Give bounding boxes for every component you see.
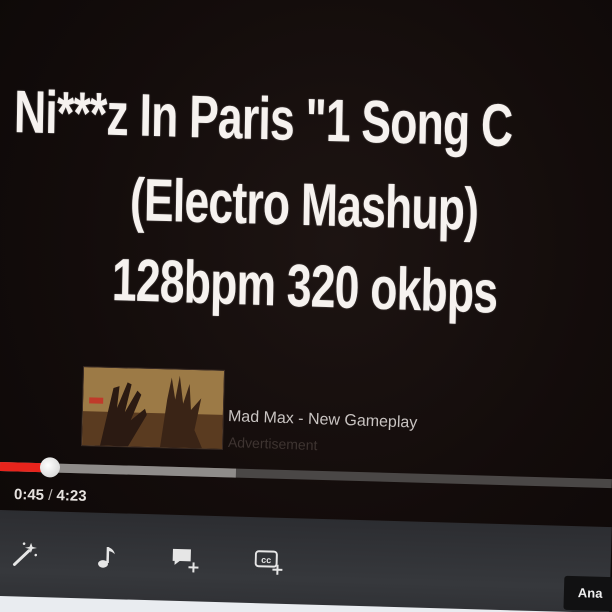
wand-icon[interactable]: [10, 540, 39, 569]
duration: 4:23: [56, 487, 87, 505]
video-title-line-2: (Electro Mashup): [129, 166, 479, 243]
ad-label: Advertisement: [227, 434, 318, 454]
scrubber-handle[interactable]: [39, 457, 61, 478]
time-separator: /: [47, 486, 53, 505]
video-title-line-1: Ni***z In Paris "1 Song C: [13, 78, 513, 160]
video-title-line-3: 128bpm 320 okbps: [111, 246, 498, 326]
svg-text:cc: cc: [261, 555, 271, 565]
annotations-button[interactable]: Ana: [563, 575, 612, 612]
ad-thumbnail[interactable]: [80, 366, 226, 450]
time-display: 0:45 / 4:23: [14, 486, 87, 505]
player-control-bar: cc Ana: [0, 510, 612, 612]
progress-bar[interactable]: [0, 456, 612, 489]
current-time: 0:45: [13, 486, 45, 504]
add-annotation-icon[interactable]: [170, 545, 199, 574]
video-frame[interactable]: Ni***z In Paris "1 Song C (Electro Mashu…: [0, 0, 612, 455]
add-captions-icon[interactable]: cc: [254, 547, 283, 576]
screen-photo: Ni***z In Paris "1 Song C (Electro Mashu…: [0, 0, 612, 612]
ad-overlay[interactable]: Mad Max - New Gameplay Advertisement: [80, 366, 502, 453]
ad-title[interactable]: Mad Max - New Gameplay: [228, 408, 418, 433]
progress-track[interactable]: [0, 457, 612, 489]
music-note-icon[interactable]: [90, 543, 119, 572]
